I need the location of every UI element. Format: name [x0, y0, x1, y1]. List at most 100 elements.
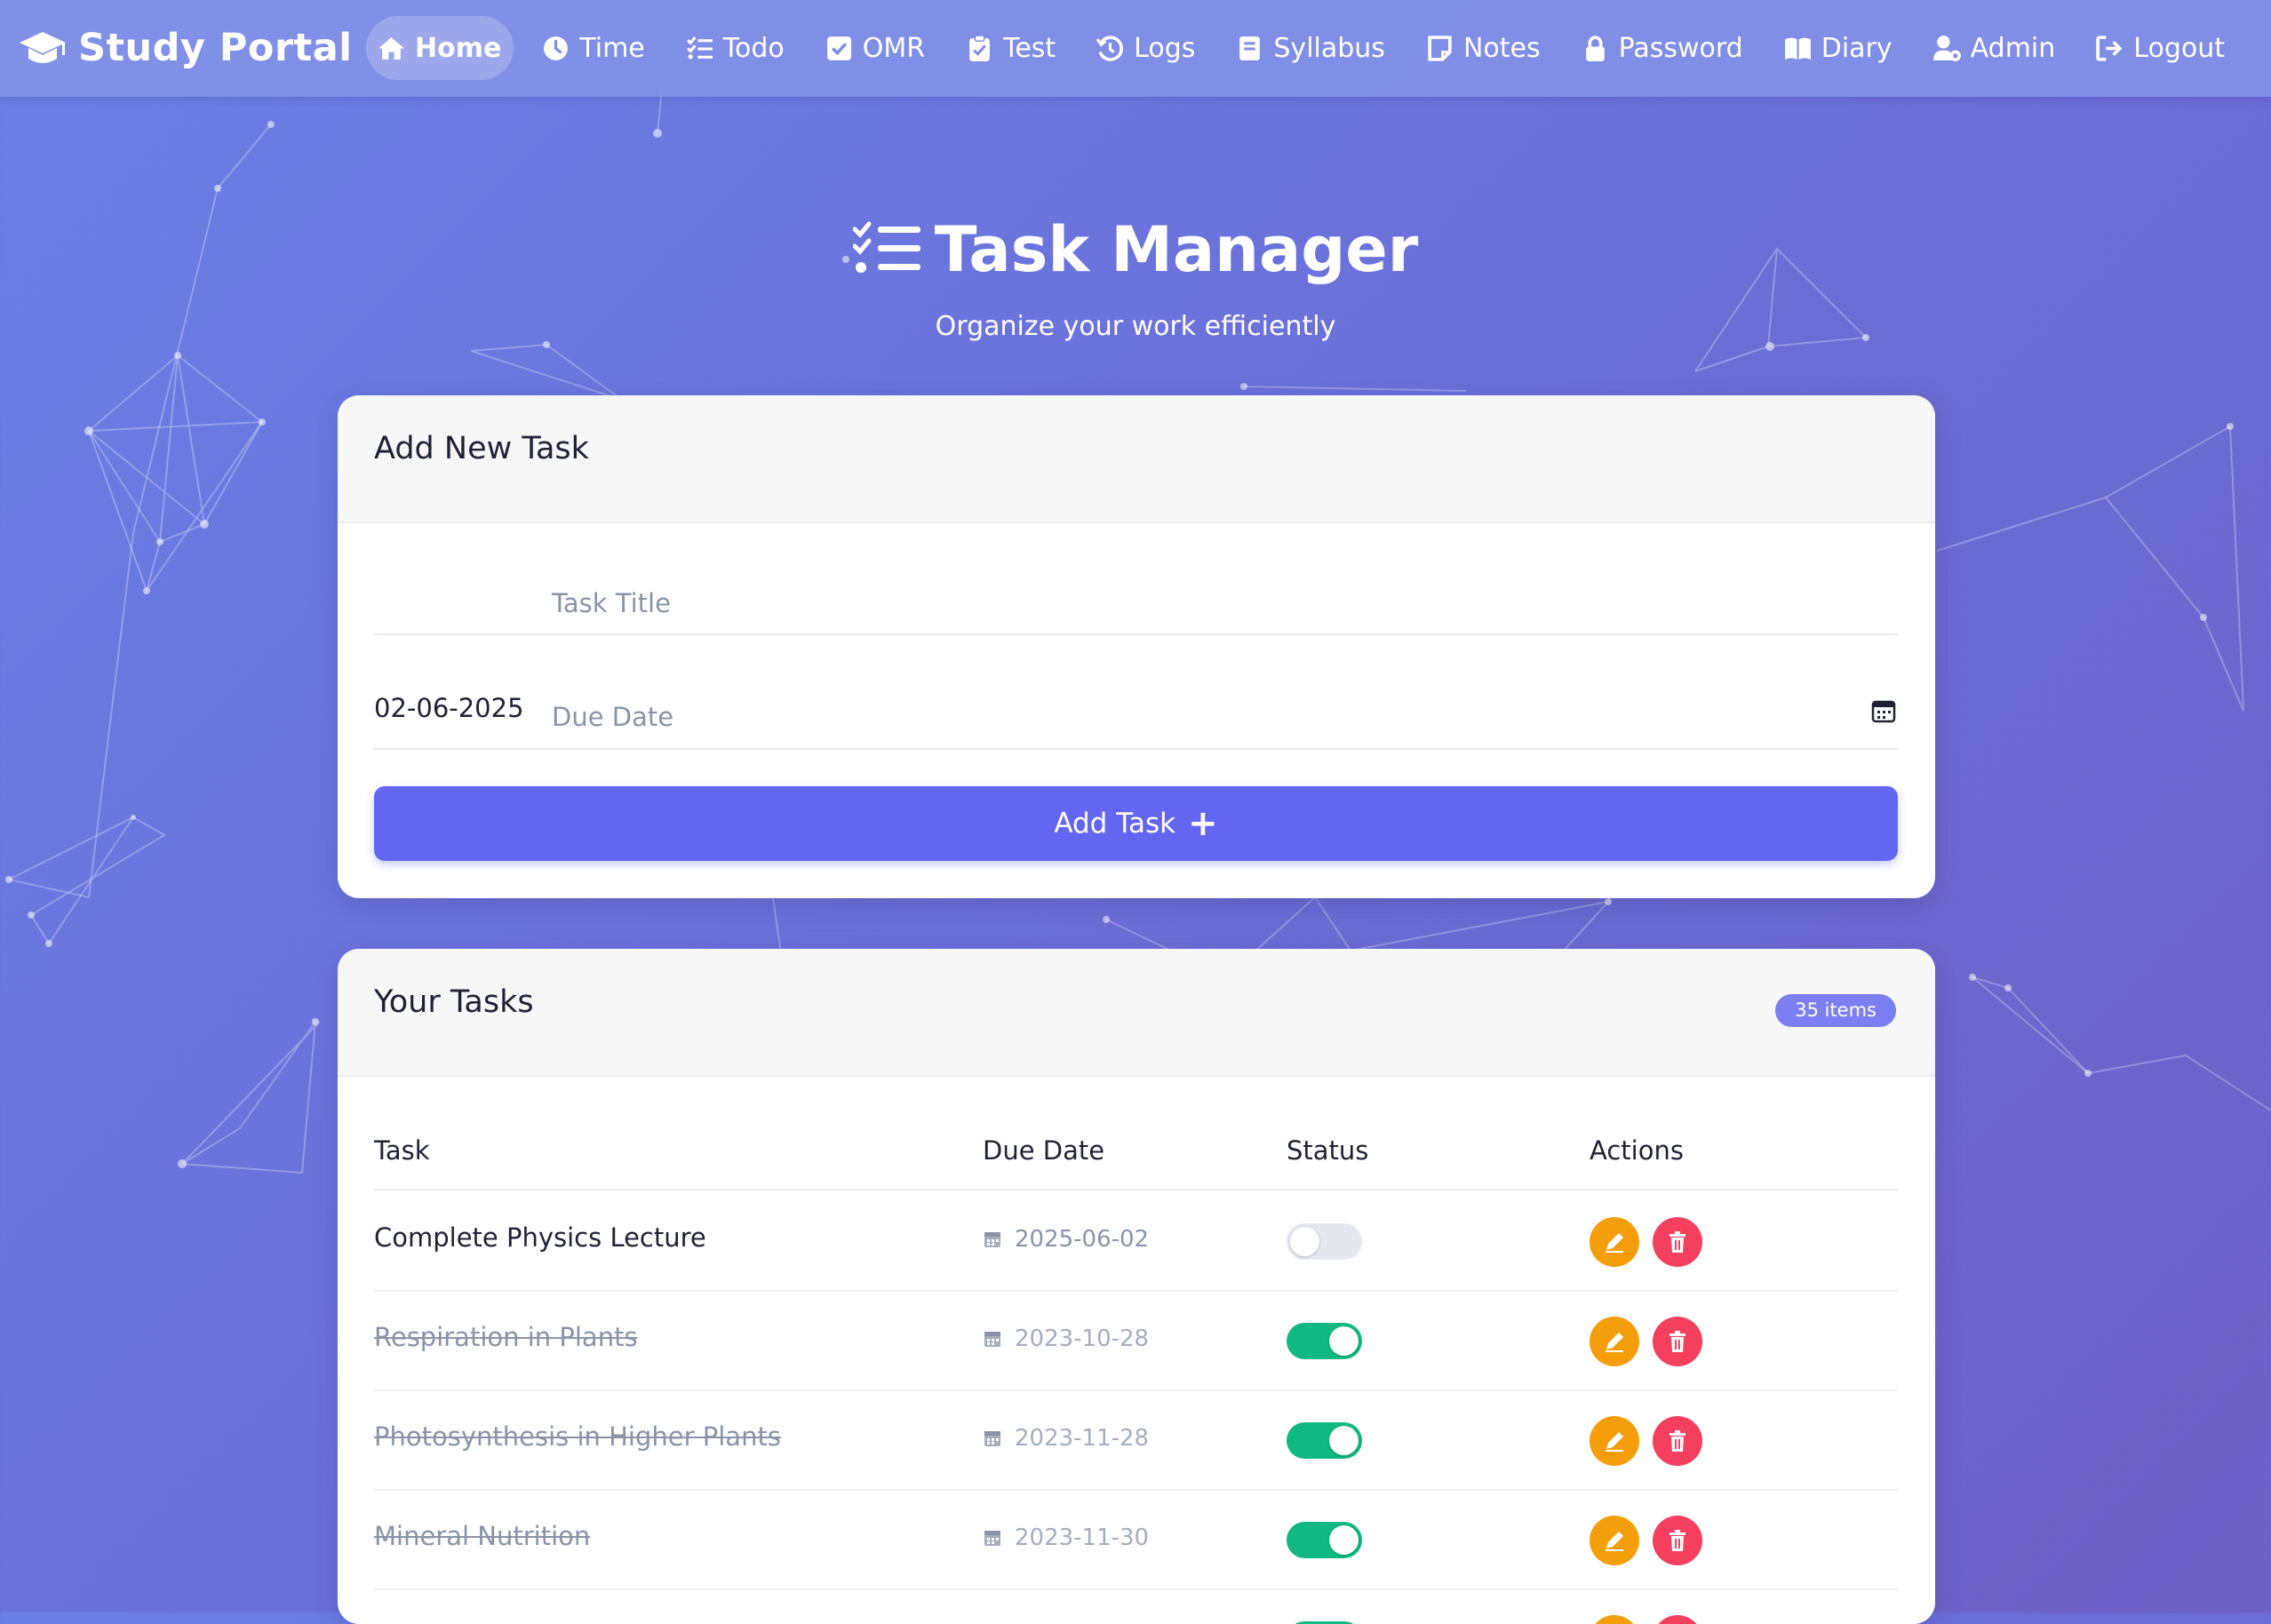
task-title-placeholder: Task Title: [552, 588, 671, 618]
nav-time[interactable]: Time: [529, 16, 657, 80]
graduation-cap-icon: [20, 32, 66, 63]
task-count-badge: 35 items: [1775, 994, 1896, 1027]
nav-logout[interactable]: Logout: [2083, 16, 2237, 80]
calendar-icon: [984, 1332, 1000, 1347]
trash-icon: [1669, 1231, 1685, 1253]
column-due-date: Due Date: [983, 1135, 1105, 1166]
task-due-date-text: 2025-06-02: [1015, 1226, 1150, 1253]
book-icon: [1239, 36, 1261, 60]
delete-button[interactable]: [1653, 1217, 1702, 1267]
task-due-date: 2025-06-02: [983, 1226, 1149, 1253]
brand-name: Study Portal: [78, 26, 353, 70]
due-date-placeholder: Due Date: [552, 702, 674, 732]
add-task-button-label: Add Task: [1054, 808, 1176, 840]
page-subtitle: Organize your work efficiently: [935, 311, 1336, 342]
nav-logout-label: Logout: [2133, 32, 2225, 64]
nav-syllabus-label: Syllabus: [1273, 32, 1385, 64]
task-name: Photosynthesis in Higher Plants: [374, 1421, 781, 1452]
history-icon: [1096, 35, 1124, 61]
add-task-button[interactable]: Add Task +: [374, 786, 1898, 861]
calendar-icon: [984, 1531, 1000, 1546]
nav-notes[interactable]: Notes: [1413, 16, 1553, 80]
nav-admin[interactable]: Admin: [1920, 16, 2068, 80]
tasks-card: Your Tasks 35 items Task Due Date Status…: [338, 949, 1935, 1624]
open-book-icon: [1784, 37, 1811, 60]
top-navbar: Study Portal Home Time Todo OMR Test Log…: [0, 0, 2271, 97]
trash-icon: [1669, 1530, 1685, 1551]
task-name: Respiration in Plants: [374, 1322, 638, 1352]
task-due-date-text: 2023-11-30: [1015, 1524, 1150, 1551]
delete-button[interactable]: [1653, 1615, 1702, 1624]
table-row: Complete Physics Lecture 2025-06-02: [374, 1190, 1898, 1292]
task-due-date: 2023-11-28: [983, 1425, 1149, 1452]
calendar-icon: [984, 1232, 1000, 1247]
edit-button[interactable]: [1590, 1615, 1639, 1624]
nav-menu: Home Time Todo OMR Test Logs Syllabus No…: [351, 16, 2237, 80]
logout-icon: [2096, 35, 2123, 61]
table-row: Photosynthesis in Higher Plants 2023-11-2…: [374, 1389, 1898, 1491]
plus-icon: +: [1188, 803, 1218, 844]
delete-button[interactable]: [1653, 1516, 1702, 1565]
status-toggle[interactable]: [1287, 1522, 1362, 1558]
tasks-header: Your Tasks 35 items: [338, 949, 1935, 1077]
brand[interactable]: Study Portal: [18, 20, 353, 76]
delete-button[interactable]: [1653, 1317, 1702, 1366]
checklist-icon: [686, 36, 713, 59]
clipboard-check-icon: [969, 34, 990, 61]
edit-button[interactable]: [1590, 1317, 1639, 1366]
clock-icon: [544, 36, 569, 60]
nav-home-label: Home: [415, 32, 502, 64]
task-name: Complete Physics Lecture: [374, 1222, 706, 1253]
task-title-input[interactable]: Task Title: [374, 553, 1898, 635]
pencil-icon: [1606, 1532, 1623, 1551]
nav-home[interactable]: Home: [366, 16, 514, 80]
edit-button[interactable]: [1590, 1416, 1639, 1466]
task-name: Mineral Nutrition: [374, 1521, 591, 1551]
status-toggle[interactable]: [1287, 1223, 1362, 1260]
trash-icon: [1669, 1430, 1685, 1452]
task-due-date-text: 2023-11-28: [1015, 1425, 1150, 1452]
due-date-input[interactable]: 02-06-2025 Due Date: [374, 665, 1898, 750]
edit-button[interactable]: [1590, 1217, 1639, 1267]
nav-todo-label: Todo: [722, 32, 785, 64]
delete-button[interactable]: [1653, 1416, 1702, 1466]
list-check-icon: [852, 221, 920, 273]
home-icon: [378, 36, 404, 60]
note-icon: [1428, 35, 1452, 61]
toggle-knob: [1290, 1227, 1319, 1256]
status-toggle[interactable]: [1287, 1422, 1362, 1459]
toggle-knob: [1329, 1525, 1359, 1555]
nav-diary[interactable]: Diary: [1771, 16, 1905, 80]
edit-button[interactable]: [1590, 1516, 1639, 1565]
nav-syllabus[interactable]: Syllabus: [1223, 16, 1398, 80]
page-heading: Task Manager: [934, 213, 1419, 286]
column-task: Task: [374, 1135, 430, 1166]
task-due-date: 2023-10-28: [983, 1325, 1149, 1352]
nav-test-label: Test: [1003, 32, 1056, 64]
due-date-value: 02-06-2025: [374, 693, 524, 723]
table-row: Respiration in Plants 2023-10-28: [374, 1290, 1898, 1391]
nav-omr[interactable]: OMR: [812, 16, 937, 80]
nav-logs[interactable]: Logs: [1083, 16, 1207, 80]
status-toggle[interactable]: [1287, 1323, 1362, 1359]
nav-test[interactable]: Test: [952, 16, 1068, 80]
trash-icon: [1669, 1331, 1685, 1352]
nav-password[interactable]: Password: [1568, 16, 1756, 80]
nav-admin-label: Admin: [1970, 32, 2056, 64]
table-row: Mineral Nutrition 2023-11-30: [374, 1489, 1898, 1590]
pencil-icon: [1606, 1333, 1623, 1352]
nav-password-label: Password: [1618, 32, 1743, 64]
add-task-title: Add New Task: [374, 431, 589, 466]
nav-omr-label: OMR: [862, 32, 926, 64]
check-square-icon: [826, 36, 851, 60]
pencil-icon: [1606, 1233, 1623, 1253]
calendar-icon[interactable]: [1869, 697, 1898, 725]
column-status: Status: [1287, 1135, 1369, 1166]
calendar-icon: [984, 1431, 1000, 1446]
nav-todo[interactable]: Todo: [673, 16, 797, 80]
user-gear-icon: [1932, 35, 1961, 61]
task-due-date: 2023-11-30: [983, 1524, 1149, 1551]
column-actions: Actions: [1590, 1135, 1684, 1166]
nav-time-label: Time: [579, 32, 645, 64]
add-task-header: Add New Task: [338, 395, 1935, 523]
